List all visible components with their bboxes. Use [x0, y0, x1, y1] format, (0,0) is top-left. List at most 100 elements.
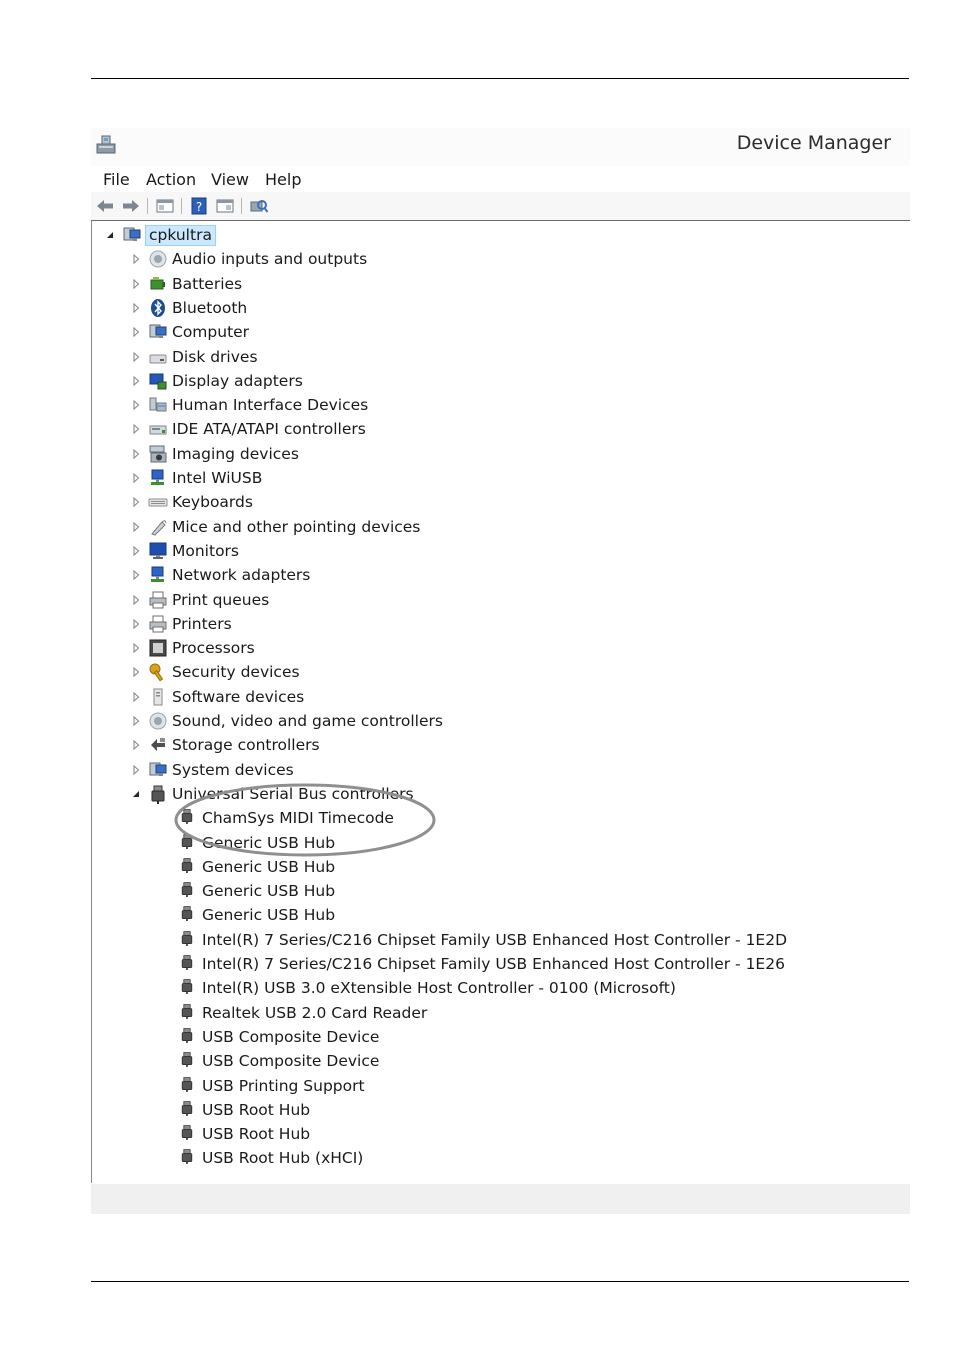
tree-device-row[interactable]: USB Printing Support: [179, 1075, 365, 1097]
tree-device-row[interactable]: Generic USB Hub: [179, 904, 335, 926]
tree-category-label[interactable]: Imaging devices: [172, 445, 299, 463]
expand-arrow-icon[interactable]: [130, 375, 142, 387]
tree-device-label[interactable]: Realtek USB 2.0 Card Reader: [202, 1004, 427, 1022]
expand-arrow-icon[interactable]: [130, 326, 142, 338]
tree-device-label[interactable]: Intel(R) 7 Series/C216 Chipset Family US…: [202, 955, 785, 973]
tree-category-row[interactable]: Keyboards: [130, 491, 253, 513]
tree-category-row[interactable]: Universal Serial Bus controllers: [130, 783, 414, 805]
tree-device-row[interactable]: USB Root Hub (xHCI): [179, 1147, 363, 1169]
tree-device-row[interactable]: Generic USB Hub: [179, 832, 335, 854]
tree-category-row[interactable]: Imaging devices: [130, 443, 299, 465]
tree-device-row[interactable]: USB Composite Device: [179, 1026, 379, 1048]
tree-category-label[interactable]: Intel WiUSB: [172, 469, 262, 487]
tree-category-label[interactable]: Printers: [172, 615, 232, 633]
expand-arrow-icon[interactable]: [130, 423, 142, 435]
tree-device-label[interactable]: ChamSys MIDI Timecode: [202, 809, 394, 827]
tree-category-label[interactable]: Sound, video and game controllers: [172, 712, 443, 730]
tree-device-row[interactable]: Generic USB Hub: [179, 880, 335, 902]
expand-arrow-icon[interactable]: [130, 448, 142, 460]
tree-device-row[interactable]: Realtek USB 2.0 Card Reader: [179, 1002, 427, 1024]
tree-category-row[interactable]: Security devices: [130, 661, 300, 683]
expand-arrow-icon[interactable]: [130, 496, 142, 508]
tree-category-label[interactable]: Keyboards: [172, 493, 253, 511]
tree-category-label[interactable]: Mice and other pointing devices: [172, 518, 420, 536]
tree-device-label[interactable]: Intel(R) 7 Series/C216 Chipset Family US…: [202, 931, 787, 949]
tree-category-row[interactable]: Printers: [130, 613, 232, 635]
tree-device-label[interactable]: Generic USB Hub: [202, 906, 335, 924]
tree-device-row[interactable]: Intel(R) 7 Series/C216 Chipset Family US…: [179, 929, 787, 951]
tree-category-row[interactable]: System devices: [130, 759, 294, 781]
tree-category-row[interactable]: IDE ATA/ATAPI controllers: [130, 418, 366, 440]
tree-category-row[interactable]: Processors: [130, 637, 255, 659]
show-hide-console-tree-icon[interactable]: [155, 197, 175, 215]
tree-category-label[interactable]: Software devices: [172, 688, 304, 706]
tree-category-row[interactable]: Software devices: [130, 686, 304, 708]
scan-hardware-icon[interactable]: [249, 197, 269, 215]
tree-category-label[interactable]: Universal Serial Bus controllers: [172, 785, 414, 803]
tree-device-label[interactable]: USB Composite Device: [202, 1028, 379, 1046]
expand-arrow-icon[interactable]: [130, 399, 142, 411]
tree-category-row[interactable]: Human Interface Devices: [130, 394, 368, 416]
help-icon[interactable]: ?: [189, 197, 209, 215]
tree-category-row[interactable]: Intel WiUSB: [130, 467, 262, 489]
tree-device-row[interactable]: Intel(R) USB 3.0 eXtensible Host Control…: [179, 977, 676, 999]
tree-device-row[interactable]: USB Root Hub: [179, 1123, 310, 1145]
tree-root-label[interactable]: cpkultra: [145, 224, 216, 246]
tree-category-row[interactable]: Mice and other pointing devices: [130, 516, 420, 538]
expand-arrow-icon[interactable]: [130, 472, 142, 484]
collapse-arrow-icon[interactable]: [104, 229, 116, 241]
properties-icon[interactable]: [215, 197, 235, 215]
tree-device-label[interactable]: Intel(R) USB 3.0 eXtensible Host Control…: [202, 979, 676, 997]
tree-category-row[interactable]: Print queues: [130, 589, 269, 611]
expand-arrow-icon[interactable]: [130, 253, 142, 265]
tree-category-row[interactable]: Network adapters: [130, 564, 310, 586]
tree-device-row[interactable]: ChamSys MIDI Timecode: [179, 807, 394, 829]
tree-device-row[interactable]: Generic USB Hub: [179, 856, 335, 878]
expand-arrow-icon[interactable]: [130, 351, 142, 363]
tree-category-label[interactable]: Network adapters: [172, 566, 310, 584]
tree-category-label[interactable]: Batteries: [172, 275, 242, 293]
tree-category-label[interactable]: Bluetooth: [172, 299, 247, 317]
tree-device-row[interactable]: USB Root Hub: [179, 1099, 310, 1121]
tree-category-label[interactable]: System devices: [172, 761, 294, 779]
expand-arrow-icon[interactable]: [130, 545, 142, 557]
expand-arrow-icon[interactable]: [130, 715, 142, 727]
expand-arrow-icon[interactable]: [130, 302, 142, 314]
tree-category-label[interactable]: Processors: [172, 639, 255, 657]
tree-category-label[interactable]: Computer: [172, 323, 249, 341]
tree-category-label[interactable]: Security devices: [172, 663, 300, 681]
tree-category-label[interactable]: Human Interface Devices: [172, 396, 368, 414]
tree-category-row[interactable]: Batteries: [130, 273, 242, 295]
expand-arrow-icon[interactable]: [130, 278, 142, 290]
tree-root-row[interactable]: cpkultra: [104, 224, 216, 246]
expand-arrow-icon[interactable]: [130, 666, 142, 678]
expand-arrow-icon[interactable]: [130, 764, 142, 776]
menu-view[interactable]: View: [211, 170, 249, 189]
back-icon[interactable]: [95, 197, 115, 215]
tree-category-row[interactable]: Sound, video and game controllers: [130, 710, 443, 732]
tree-category-row[interactable]: Storage controllers: [130, 734, 320, 756]
tree-device-label[interactable]: USB Printing Support: [202, 1077, 365, 1095]
tree-category-label[interactable]: Storage controllers: [172, 736, 320, 754]
tree-category-label[interactable]: Audio inputs and outputs: [172, 250, 367, 268]
tree-device-label[interactable]: Generic USB Hub: [202, 882, 335, 900]
expand-arrow-icon[interactable]: [130, 569, 142, 581]
menu-help[interactable]: Help: [265, 170, 301, 189]
tree-category-label[interactable]: Monitors: [172, 542, 239, 560]
tree-category-row[interactable]: Monitors: [130, 540, 239, 562]
tree-category-label[interactable]: IDE ATA/ATAPI controllers: [172, 420, 366, 438]
tree-category-row[interactable]: Bluetooth: [130, 297, 247, 319]
menu-file[interactable]: File: [103, 170, 130, 189]
tree-device-label[interactable]: USB Root Hub: [202, 1125, 310, 1143]
expand-arrow-icon[interactable]: [130, 691, 142, 703]
expand-arrow-icon[interactable]: [130, 642, 142, 654]
expand-arrow-icon[interactable]: [130, 739, 142, 751]
collapse-arrow-icon[interactable]: [130, 788, 142, 800]
tree-device-row[interactable]: USB Composite Device: [179, 1050, 379, 1072]
tree-device-label[interactable]: USB Root Hub (xHCI): [202, 1149, 363, 1167]
tree-device-label[interactable]: Generic USB Hub: [202, 834, 335, 852]
tree-category-row[interactable]: Computer: [130, 321, 249, 343]
tree-category-row[interactable]: Disk drives: [130, 346, 258, 368]
tree-device-label[interactable]: Generic USB Hub: [202, 858, 335, 876]
forward-icon[interactable]: [121, 197, 141, 215]
